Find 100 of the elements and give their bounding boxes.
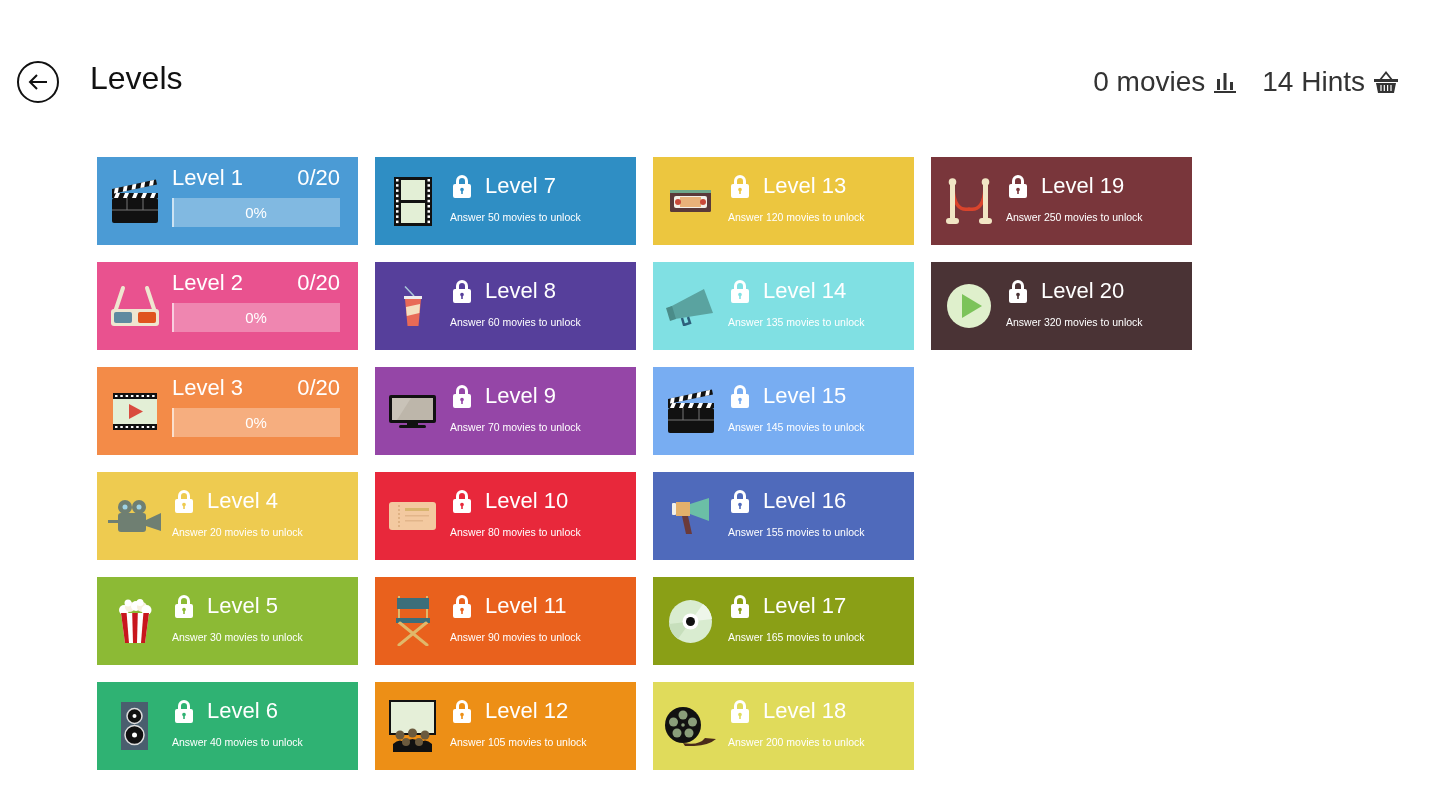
unlock-requirement: Answer 20 movies to unlock — [172, 525, 303, 539]
cinema-screen-icon — [389, 700, 436, 752]
level-title: Level 1 — [172, 165, 243, 191]
play-icon — [946, 284, 991, 328]
level-title: Level 20 — [1041, 277, 1125, 305]
lock-icon — [731, 174, 749, 198]
unlock-requirement: Answer 40 movies to unlock — [172, 735, 303, 749]
level-title: Level 2 — [172, 270, 243, 296]
level-title: Level 6 — [207, 697, 278, 725]
level-title: Level 5 — [207, 592, 278, 620]
film-strip-icon — [393, 176, 432, 226]
level-tile[interactable]: Level 7 Answer 50 movies to unlock — [375, 157, 636, 245]
level-tile[interactable]: Level 8 Answer 60 movies to unlock — [375, 262, 636, 350]
level-title: Level 19 — [1041, 172, 1125, 200]
lock-icon — [731, 489, 749, 513]
unlock-requirement: Answer 50 movies to unlock — [450, 210, 581, 224]
unlock-requirement: Answer 60 movies to unlock — [450, 315, 581, 329]
lock-icon — [175, 489, 193, 513]
unlock-requirement: Answer 105 movies to unlock — [450, 735, 587, 749]
level-tile[interactable]: Level 2 0/20 0% — [97, 262, 358, 350]
unlock-requirement: Answer 120 movies to unlock — [728, 210, 865, 224]
level-tile[interactable]: Level 3 0/20 0% — [97, 367, 358, 455]
level-tile[interactable]: Level 15 Answer 145 movies to unlock — [653, 367, 914, 455]
clapperboard-icon — [667, 389, 714, 433]
tv-icon — [389, 394, 436, 428]
level-title: Level 12 — [485, 697, 569, 725]
level-tile[interactable]: Level 6 Answer 40 movies to unlock — [97, 682, 358, 770]
level-tile[interactable]: Level 5 Answer 30 movies to unlock — [97, 577, 358, 665]
level-tile[interactable]: Level 17 Answer 165 movies to unlock — [653, 577, 914, 665]
lock-icon — [453, 279, 471, 303]
speaker-icon — [121, 702, 148, 750]
unlock-requirement: Answer 145 movies to unlock — [728, 420, 865, 434]
unlock-requirement: Answer 70 movies to unlock — [450, 420, 581, 434]
lock-icon — [453, 594, 471, 618]
level-tile[interactable]: Level 9 Answer 70 movies to unlock — [375, 367, 636, 455]
progress-percent: 0% — [245, 203, 267, 222]
lock-icon — [731, 384, 749, 408]
clapperboard-icon — [111, 179, 158, 223]
lock-icon — [175, 594, 193, 618]
level-tile[interactable]: Level 10 Answer 80 movies to unlock — [375, 472, 636, 560]
tape-cassette-icon — [670, 190, 711, 212]
level-title: Level 15 — [763, 382, 847, 410]
level-title: Level 9 — [485, 382, 556, 410]
back-button[interactable] — [17, 61, 59, 103]
ticket-icon — [389, 502, 436, 530]
lock-icon — [453, 174, 471, 198]
level-title: Level 16 — [763, 487, 847, 515]
level-tile[interactable]: Level 11 Answer 90 movies to unlock — [375, 577, 636, 665]
movie-camera-icon — [107, 499, 162, 533]
level-title: Level 8 — [485, 277, 556, 305]
stats-button[interactable]: 0 movies — [1093, 65, 1237, 99]
lock-icon — [1009, 174, 1027, 198]
basket-icon — [1374, 71, 1398, 93]
level-tile[interactable]: Level 1 0/20 0% — [97, 157, 358, 245]
level-tile[interactable]: Level 19 Answer 250 movies to unlock — [931, 157, 1192, 245]
level-score: 0/20 — [297, 270, 340, 296]
lock-icon — [731, 279, 749, 303]
level-tile[interactable]: Level 20 Answer 320 movies to unlock — [931, 262, 1192, 350]
level-tile[interactable]: Level 16 Answer 155 movies to unlock — [653, 472, 914, 560]
popcorn-icon — [117, 599, 152, 643]
level-title: Level 4 — [207, 487, 278, 515]
lock-icon — [731, 699, 749, 723]
level-title: Level 17 — [763, 592, 847, 620]
lock-icon — [453, 489, 471, 513]
unlock-requirement: Answer 165 movies to unlock — [728, 630, 865, 644]
unlock-requirement: Answer 90 movies to unlock — [450, 630, 581, 644]
level-score: 0/20 — [297, 375, 340, 401]
rope-barrier-icon — [944, 178, 993, 224]
unlock-requirement: Answer 30 movies to unlock — [172, 630, 303, 644]
arrow-left-icon — [28, 74, 48, 90]
unlock-requirement: Answer 250 movies to unlock — [1006, 210, 1143, 224]
progress-percent: 0% — [245, 413, 267, 432]
lock-icon — [1009, 279, 1027, 303]
level-title: Level 10 — [485, 487, 569, 515]
level-title: Level 3 — [172, 375, 243, 401]
unlock-requirement: Answer 135 movies to unlock — [728, 315, 865, 329]
unlock-requirement: Answer 200 movies to unlock — [728, 735, 865, 749]
progress-percent: 0% — [245, 308, 267, 327]
lock-icon — [453, 384, 471, 408]
bar-chart-icon — [1214, 71, 1237, 93]
film-play-icon — [112, 392, 157, 430]
page-title: Levels — [90, 59, 183, 97]
unlock-requirement: Answer 80 movies to unlock — [450, 525, 581, 539]
hints-button[interactable]: 14 Hints — [1262, 65, 1398, 99]
level-tile[interactable]: Level 12 Answer 105 movies to unlock — [375, 682, 636, 770]
lock-icon — [453, 699, 471, 723]
level-score: 0/20 — [297, 165, 340, 191]
disc-icon — [669, 599, 712, 643]
unlock-requirement: Answer 320 movies to unlock — [1006, 315, 1143, 329]
film-reel-icon — [665, 706, 716, 746]
level-title: Level 11 — [485, 592, 567, 620]
level-title: Level 7 — [485, 172, 556, 200]
directors-chair-icon — [395, 596, 430, 646]
level-title: Level 13 — [763, 172, 847, 200]
megaphone-icon — [671, 498, 710, 534]
level-title: Level 14 — [763, 277, 847, 305]
lock-icon — [731, 594, 749, 618]
lock-icon — [175, 699, 193, 723]
level-title: Level 18 — [763, 697, 847, 725]
megaphone-icon — [665, 286, 716, 326]
